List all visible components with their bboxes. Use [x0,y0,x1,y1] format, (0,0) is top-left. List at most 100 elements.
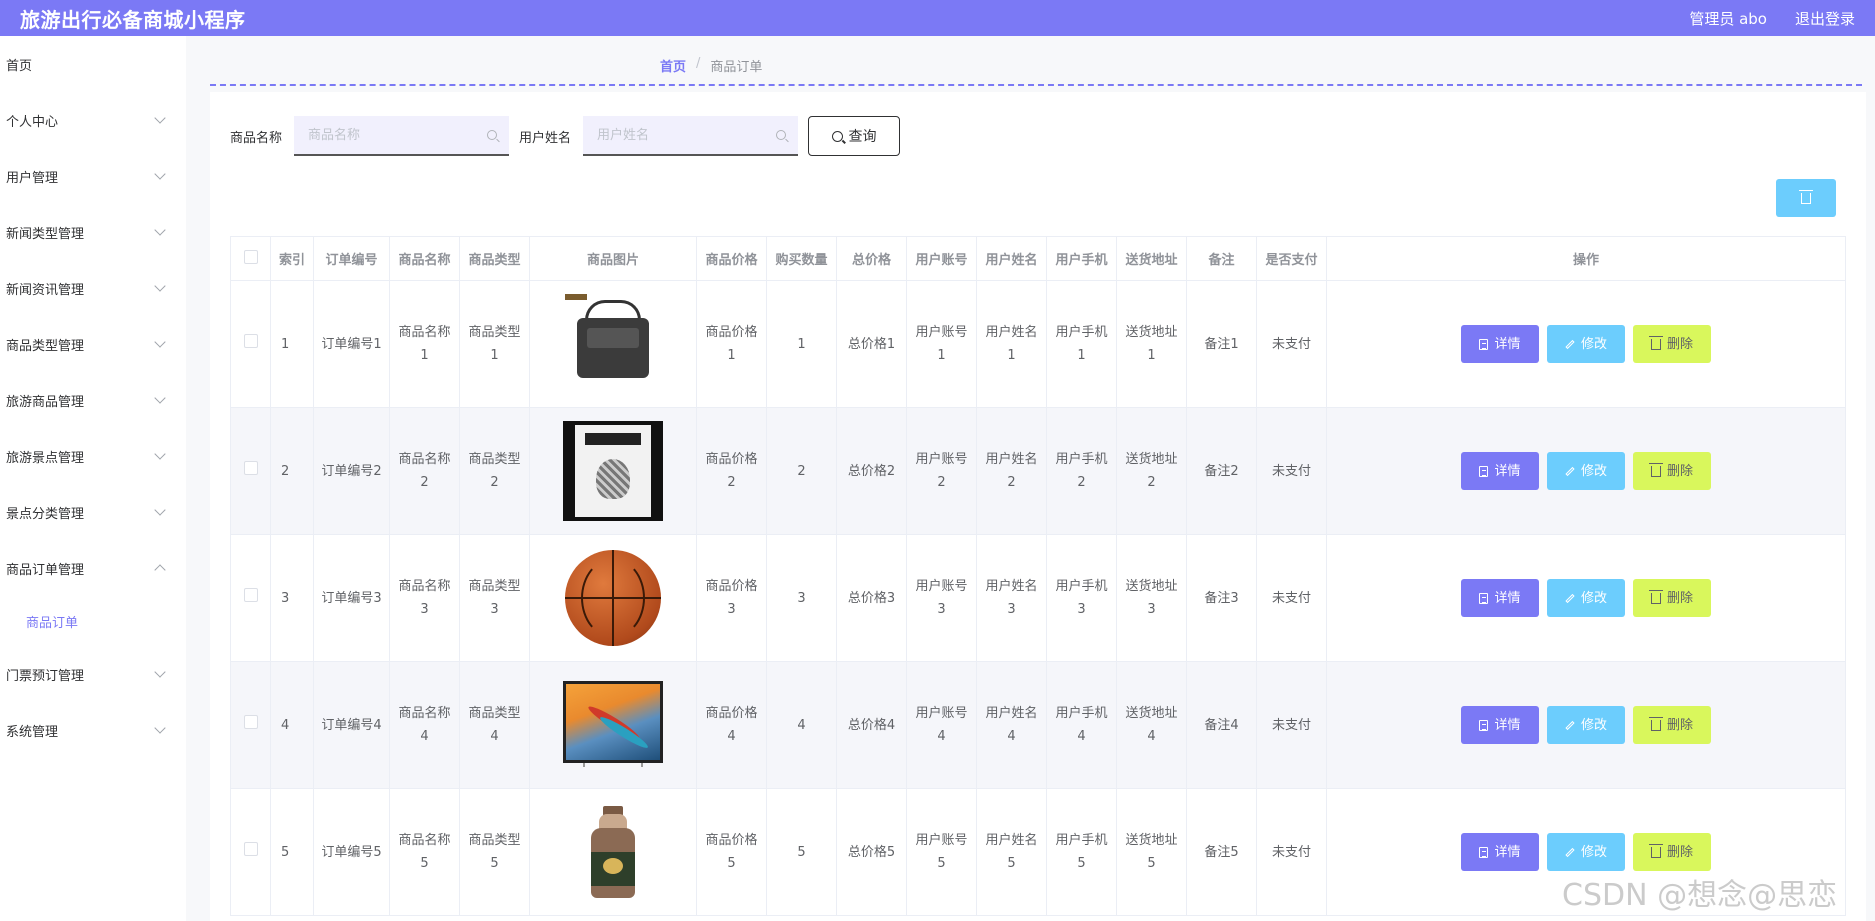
row-checkbox[interactable] [243,587,258,602]
cell-order-no: 订单编号3 [313,534,390,662]
row-checkbox[interactable] [243,841,258,856]
detail-button[interactable]: 详情 [1461,579,1539,617]
sidebar-subitem-product-order[interactable]: 商品订单 [0,596,186,646]
cell-remark: 备注4 [1186,661,1257,789]
cell-index: 2 [270,407,314,535]
cell-user-name: 用户姓名 2 [976,407,1047,535]
delete-button[interactable]: 删除 [1633,579,1711,617]
product-image-basketball [563,548,663,648]
breadcrumb-home[interactable]: 首页 [660,56,686,75]
chevron-down-icon [154,112,166,124]
sidebar-item-personal-center[interactable]: 个人中心 [0,92,186,148]
column-header: 备注 [1186,236,1257,281]
chevron-down-icon [154,504,166,516]
chevron-down-icon [154,336,166,348]
sidebar-item-news-info[interactable]: 新闻资讯管理 [0,260,186,316]
cell-price: 商品价格 4 [696,661,767,789]
sidebar-item-system[interactable]: 系统管理 [0,702,186,758]
row-select-cell [230,661,271,789]
sidebar-item-user-management[interactable]: 用户管理 [0,148,186,204]
cell-actions: 详情 修改 删除 [1326,534,1846,662]
cell-paid: 未支付 [1256,534,1327,662]
edit-button[interactable]: 修改 [1547,706,1625,744]
cell-product-image [529,661,697,789]
edit-icon [1565,847,1575,857]
batch-delete-button[interactable] [1776,179,1836,217]
trash-icon [1648,716,1663,731]
cell-paid: 未支付 [1256,407,1327,535]
cell-actions: 详情 修改 删除 [1326,661,1846,789]
sidebar-item-travel-product[interactable]: 旅游商品管理 [0,372,186,428]
row-select-cell [230,407,271,535]
cell-index: 1 [270,280,314,408]
delete-button[interactable]: 删除 [1633,833,1711,871]
row-checkbox[interactable] [243,333,258,348]
cell-order-no: 订单编号1 [313,280,390,408]
table-row: 2 订单编号2 商品名称 2 商品类型 2 商品价格 2 2 总价格2 用户账号 2 用… [230,407,1846,535]
cell-index: 4 [270,661,314,789]
sidebar-item-label: 旅游商品管理 [6,394,85,410]
detail-button[interactable]: 详情 [1461,833,1539,871]
edit-button[interactable]: 修改 [1547,452,1625,490]
delete-button[interactable]: 删除 [1633,452,1711,490]
main-content: 首页 / 商品订单 商品名称 用户姓名 查询 [186,36,1875,921]
cell-product-name: 商品名称 5 [389,788,460,916]
column-header: 索引 [270,236,314,281]
edit-button[interactable]: 修改 [1547,833,1625,871]
select-all-checkbox[interactable] [243,249,258,264]
column-header: 是否支付 [1256,236,1327,281]
column-header: 操作 [1326,236,1846,281]
cell-order-no: 订单编号5 [313,788,390,916]
document-icon [1479,338,1489,350]
product-name-input[interactable] [294,116,510,154]
breadcrumb: 首页 / 商品订单 [660,56,762,75]
watermark: CSDN @想念@思恋 [1562,878,1838,913]
cell-order-no: 订单编号4 [313,661,390,789]
cell-qty: 5 [766,788,837,916]
row-checkbox[interactable] [243,460,258,475]
sidebar-item-label: 系统管理 [6,724,59,740]
breadcrumb-separator: / [696,56,701,71]
edit-button[interactable]: 修改 [1547,325,1625,363]
cell-user-name: 用户姓名 4 [976,661,1047,789]
user-name-input[interactable] [583,116,799,154]
product-name-label: 商品名称 [230,130,283,146]
top-bar: 旅游出行必备商城小程序 管理员 abo 退出登录 [0,0,1875,36]
product-image-bag [563,294,663,394]
sidebar-item-travel-spot[interactable]: 旅游景点管理 [0,428,186,484]
cell-index: 3 [270,534,314,662]
detail-button[interactable]: 详情 [1461,706,1539,744]
detail-button[interactable]: 详情 [1461,452,1539,490]
cell-account: 用户账号 3 [906,534,977,662]
sidebar-item-product-type[interactable]: 商品类型管理 [0,316,186,372]
logout-link[interactable]: 退出登录 [1795,8,1855,29]
table-row: 3 订单编号3 商品名称 3 商品类型 3 商品价格 3 3 总价格3 用户账号 3 用… [230,534,1846,662]
cell-total: 总价格5 [836,788,907,916]
delete-button[interactable]: 删除 [1633,706,1711,744]
trash-icon [1648,843,1663,858]
cell-paid: 未支付 [1256,788,1327,916]
cell-paid: 未支付 [1256,280,1327,408]
cell-product-image [529,534,697,662]
cell-account: 用户账号 2 [906,407,977,535]
chevron-down-icon [154,224,166,236]
cell-address: 送货地址 2 [1116,407,1187,535]
detail-button[interactable]: 详情 [1461,325,1539,363]
sidebar-item-label: 新闻类型管理 [6,226,85,242]
trash-icon [1648,589,1663,604]
cell-total: 总价格2 [836,407,907,535]
sidebar-item-spot-category[interactable]: 景点分类管理 [0,484,186,540]
content-panel: 商品名称 用户姓名 查询 索引 订单编号 [210,92,1866,921]
query-button[interactable]: 查询 [808,116,901,156]
sidebar-item-news-type[interactable]: 新闻类型管理 [0,204,186,260]
column-header: 购买数量 [766,236,837,281]
sidebar-item-home[interactable]: 首页 [0,36,186,92]
cell-actions: 详情 修改 删除 [1326,280,1846,408]
delete-button[interactable]: 删除 [1633,325,1711,363]
search-bar: 商品名称 用户姓名 查询 [230,116,901,156]
edit-button[interactable]: 修改 [1547,579,1625,617]
sidebar-item-product-order[interactable]: 商品订单管理 [0,540,186,596]
row-checkbox[interactable] [243,714,258,729]
chevron-down-icon [154,722,166,734]
sidebar-item-ticket-booking[interactable]: 门票预订管理 [0,646,186,702]
